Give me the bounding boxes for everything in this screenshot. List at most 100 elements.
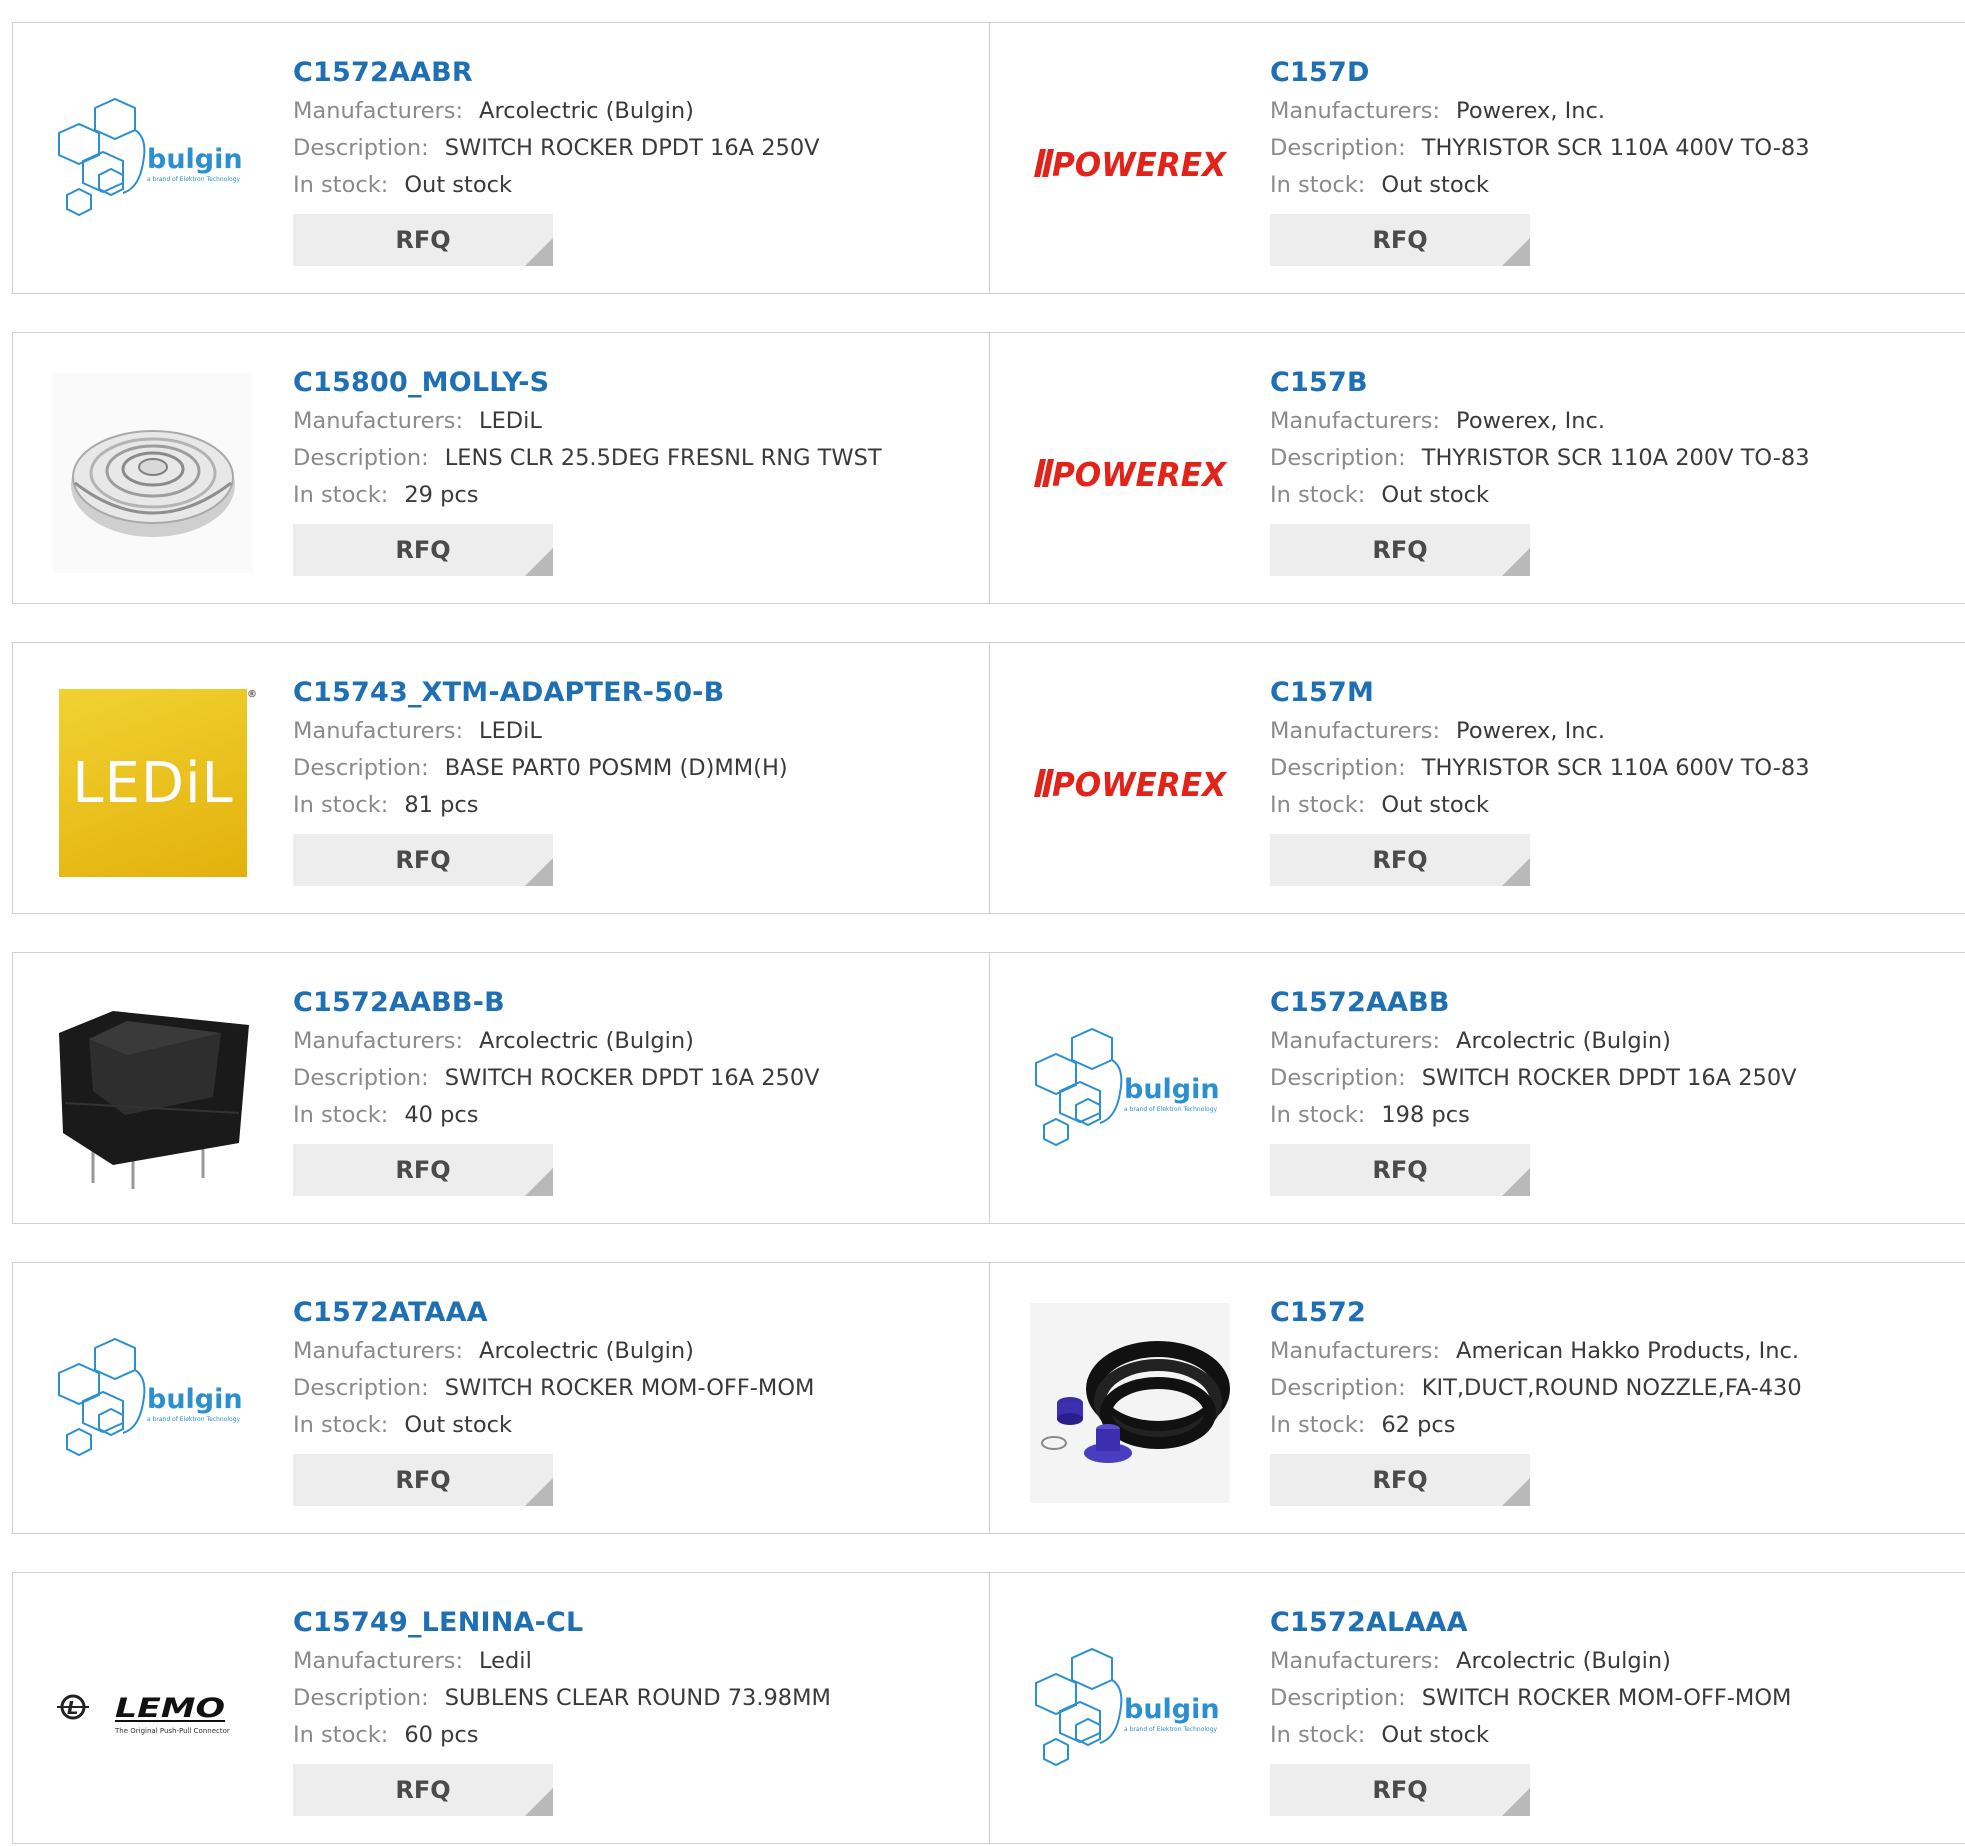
product-image[interactable]: [1030, 1303, 1230, 1503]
product-image[interactable]: POWEREX: [1030, 63, 1230, 263]
product-image[interactable]: bulgin a brand of Elektron Technology: [53, 63, 253, 263]
rfq-button[interactable]: RFQ: [293, 1144, 553, 1196]
rfq-button[interactable]: RFQ: [1270, 1764, 1530, 1816]
corner-triangle-icon: [525, 1168, 553, 1196]
description-line: Description: KIT,DUCT,ROUND NOZZLE,FA-430: [1270, 1370, 1802, 1407]
product-image[interactable]: bulgin a brand of Elektron Technology: [1030, 1613, 1230, 1813]
product-card: bulgin a brand of Elektron Technology C1…: [13, 1263, 990, 1533]
part-number-link[interactable]: C15749_LENINA-CL: [293, 1603, 831, 1643]
manufacturer-line: Manufacturers: American Hakko Products, I…: [1270, 1333, 1802, 1370]
rfq-button[interactable]: RFQ: [293, 214, 553, 266]
description-value: SUBLENS CLEAR ROUND 73.98MM: [444, 1685, 831, 1711]
rfq-button[interactable]: RFQ: [293, 524, 553, 576]
product-image[interactable]: [53, 993, 253, 1193]
part-number-link[interactable]: C15743_XTM-ADAPTER-50-B: [293, 673, 788, 713]
rfq-button[interactable]: RFQ: [1270, 1454, 1530, 1506]
product-image[interactable]: POWEREX: [1030, 683, 1230, 883]
description-label: Description:: [293, 135, 429, 161]
description-line: Description: THYRISTOR SCR 110A 400V TO-8…: [1270, 130, 1810, 167]
stock-label: In stock:: [1270, 1412, 1366, 1438]
product-image[interactable]: L LEMO The Original Push-Pull Connector: [53, 1613, 253, 1813]
manufacturer-value: Ledil: [479, 1648, 532, 1674]
product-image[interactable]: LEDiL ®: [53, 683, 257, 883]
part-number-link[interactable]: C157M: [1270, 673, 1810, 713]
bulgin-logo: bulgin a brand of Elektron Technology: [58, 97, 243, 217]
part-number-link[interactable]: C1572AABR: [293, 53, 820, 93]
manufacturer-label: Manufacturers:: [293, 1028, 464, 1054]
part-number-link[interactable]: C1572: [1270, 1293, 1802, 1333]
description-value: BASE PART0 POSMM (D)MM(H): [444, 755, 788, 781]
rfq-label: RFQ: [395, 846, 451, 874]
part-number-link[interactable]: C1572ALAAA: [1270, 1603, 1791, 1643]
description-label: Description:: [1270, 1685, 1406, 1711]
product-info: C1572ALAAA Manufacturers: Arcolectric (Bul…: [1270, 1603, 1791, 1816]
stock-line: In stock: Out stock: [1270, 477, 1810, 514]
rfq-button[interactable]: RFQ: [293, 1764, 553, 1816]
rfq-label: RFQ: [1372, 846, 1428, 874]
stock-value: Out stock: [1381, 482, 1489, 508]
product-info: C1572AABB-B Manufacturers: Arcolectric (Bu…: [293, 983, 820, 1196]
rfq-label: RFQ: [1372, 1776, 1428, 1804]
part-number-link[interactable]: C1572ATAAA: [293, 1293, 814, 1333]
manufacturer-label: Manufacturers:: [293, 408, 464, 434]
rfq-button[interactable]: RFQ: [293, 1454, 553, 1506]
manufacturer-label: Manufacturers:: [1270, 1028, 1441, 1054]
product-row: C15800_MOLLY-S Manufacturers: LEDiL Descrip…: [12, 332, 1965, 604]
corner-triangle-icon: [1502, 238, 1530, 266]
product-image[interactable]: bulgin a brand of Elektron Technology: [1030, 993, 1230, 1193]
svg-text:The Original Push-Pull Connect: The Original Push-Pull Connector: [114, 1727, 230, 1735]
product-card: bulgin a brand of Elektron Technology C1…: [990, 953, 1965, 1223]
product-card: POWEREX C157M Manufacturers: Powerex, Inc.…: [990, 643, 1965, 913]
stock-label: In stock:: [1270, 1102, 1366, 1128]
manufacturer-value: LEDiL: [479, 408, 542, 434]
product-row: LEDiL ® C15743_XTM-ADAPTER-50-B Manufactu…: [12, 642, 1965, 914]
part-number-link[interactable]: C1572AABB-B: [293, 983, 820, 1023]
description-label: Description:: [293, 445, 429, 471]
stock-value: Out stock: [404, 1412, 512, 1438]
rfq-button[interactable]: RFQ: [1270, 524, 1530, 576]
product-row: bulgin a brand of Elektron Technology C1…: [12, 1262, 1965, 1534]
stock-line: In stock: 60 pcs: [293, 1717, 831, 1754]
product-image[interactable]: bulgin a brand of Elektron Technology: [53, 1303, 253, 1503]
manufacturer-line: Manufacturers: LEDiL: [293, 403, 882, 440]
part-number-link[interactable]: C157B: [1270, 363, 1810, 403]
manufacturer-label: Manufacturers:: [1270, 98, 1441, 124]
stock-value: 81 pcs: [404, 792, 479, 818]
rfq-button[interactable]: RFQ: [1270, 1144, 1530, 1196]
description-value: KIT,DUCT,ROUND NOZZLE,FA-430: [1421, 1375, 1802, 1401]
manufacturer-value: Arcolectric (Bulgin): [479, 1338, 694, 1364]
rocker-switch-photo: [53, 993, 253, 1193]
part-number-link[interactable]: C157D: [1270, 53, 1810, 93]
stock-value: Out stock: [1381, 1722, 1489, 1748]
svg-text:a brand of Elektron Technology: a brand of Elektron Technology: [1124, 1106, 1217, 1113]
lens-photo: [53, 373, 253, 573]
powerex-logo: POWEREX: [1034, 145, 1227, 183]
description-line: Description: LENS CLR 25.5DEG FRESNL RNG …: [293, 440, 882, 477]
rfq-button[interactable]: RFQ: [1270, 214, 1530, 266]
ledil-logo: LEDiL ®: [59, 689, 257, 877]
part-number-link[interactable]: C1572AABB: [1270, 983, 1797, 1023]
duct-kit-photo: [1030, 1303, 1230, 1503]
rfq-label: RFQ: [1372, 1466, 1428, 1494]
stock-value: 62 pcs: [1381, 1412, 1456, 1438]
bulgin-logo: bulgin a brand of Elektron Technology: [58, 1337, 243, 1457]
description-value: SWITCH ROCKER DPDT 16A 250V: [1421, 1065, 1797, 1091]
bulgin-logo: bulgin a brand of Elektron Technology: [1035, 1647, 1220, 1767]
manufacturer-label: Manufacturers:: [1270, 718, 1441, 744]
product-info: C15800_MOLLY-S Manufacturers: LEDiL Descrip…: [293, 363, 882, 576]
description-label: Description:: [1270, 1065, 1406, 1091]
rfq-button[interactable]: RFQ: [293, 834, 553, 886]
rfq-label: RFQ: [1372, 1156, 1428, 1184]
stock-value: Out stock: [1381, 792, 1489, 818]
part-number-link[interactable]: C15800_MOLLY-S: [293, 363, 882, 403]
manufacturer-value: Arcolectric (Bulgin): [479, 98, 694, 124]
rfq-button[interactable]: RFQ: [1270, 834, 1530, 886]
manufacturer-line: Manufacturers: Arcolectric (Bulgin): [293, 1333, 814, 1370]
corner-triangle-icon: [525, 1788, 553, 1816]
manufacturer-line: Manufacturers: Arcolectric (Bulgin): [293, 1023, 820, 1060]
product-image[interactable]: [53, 373, 253, 573]
stock-value: Out stock: [404, 172, 512, 198]
product-image[interactable]: POWEREX: [1030, 373, 1230, 573]
corner-triangle-icon: [525, 858, 553, 886]
rfq-label: RFQ: [395, 1776, 451, 1804]
